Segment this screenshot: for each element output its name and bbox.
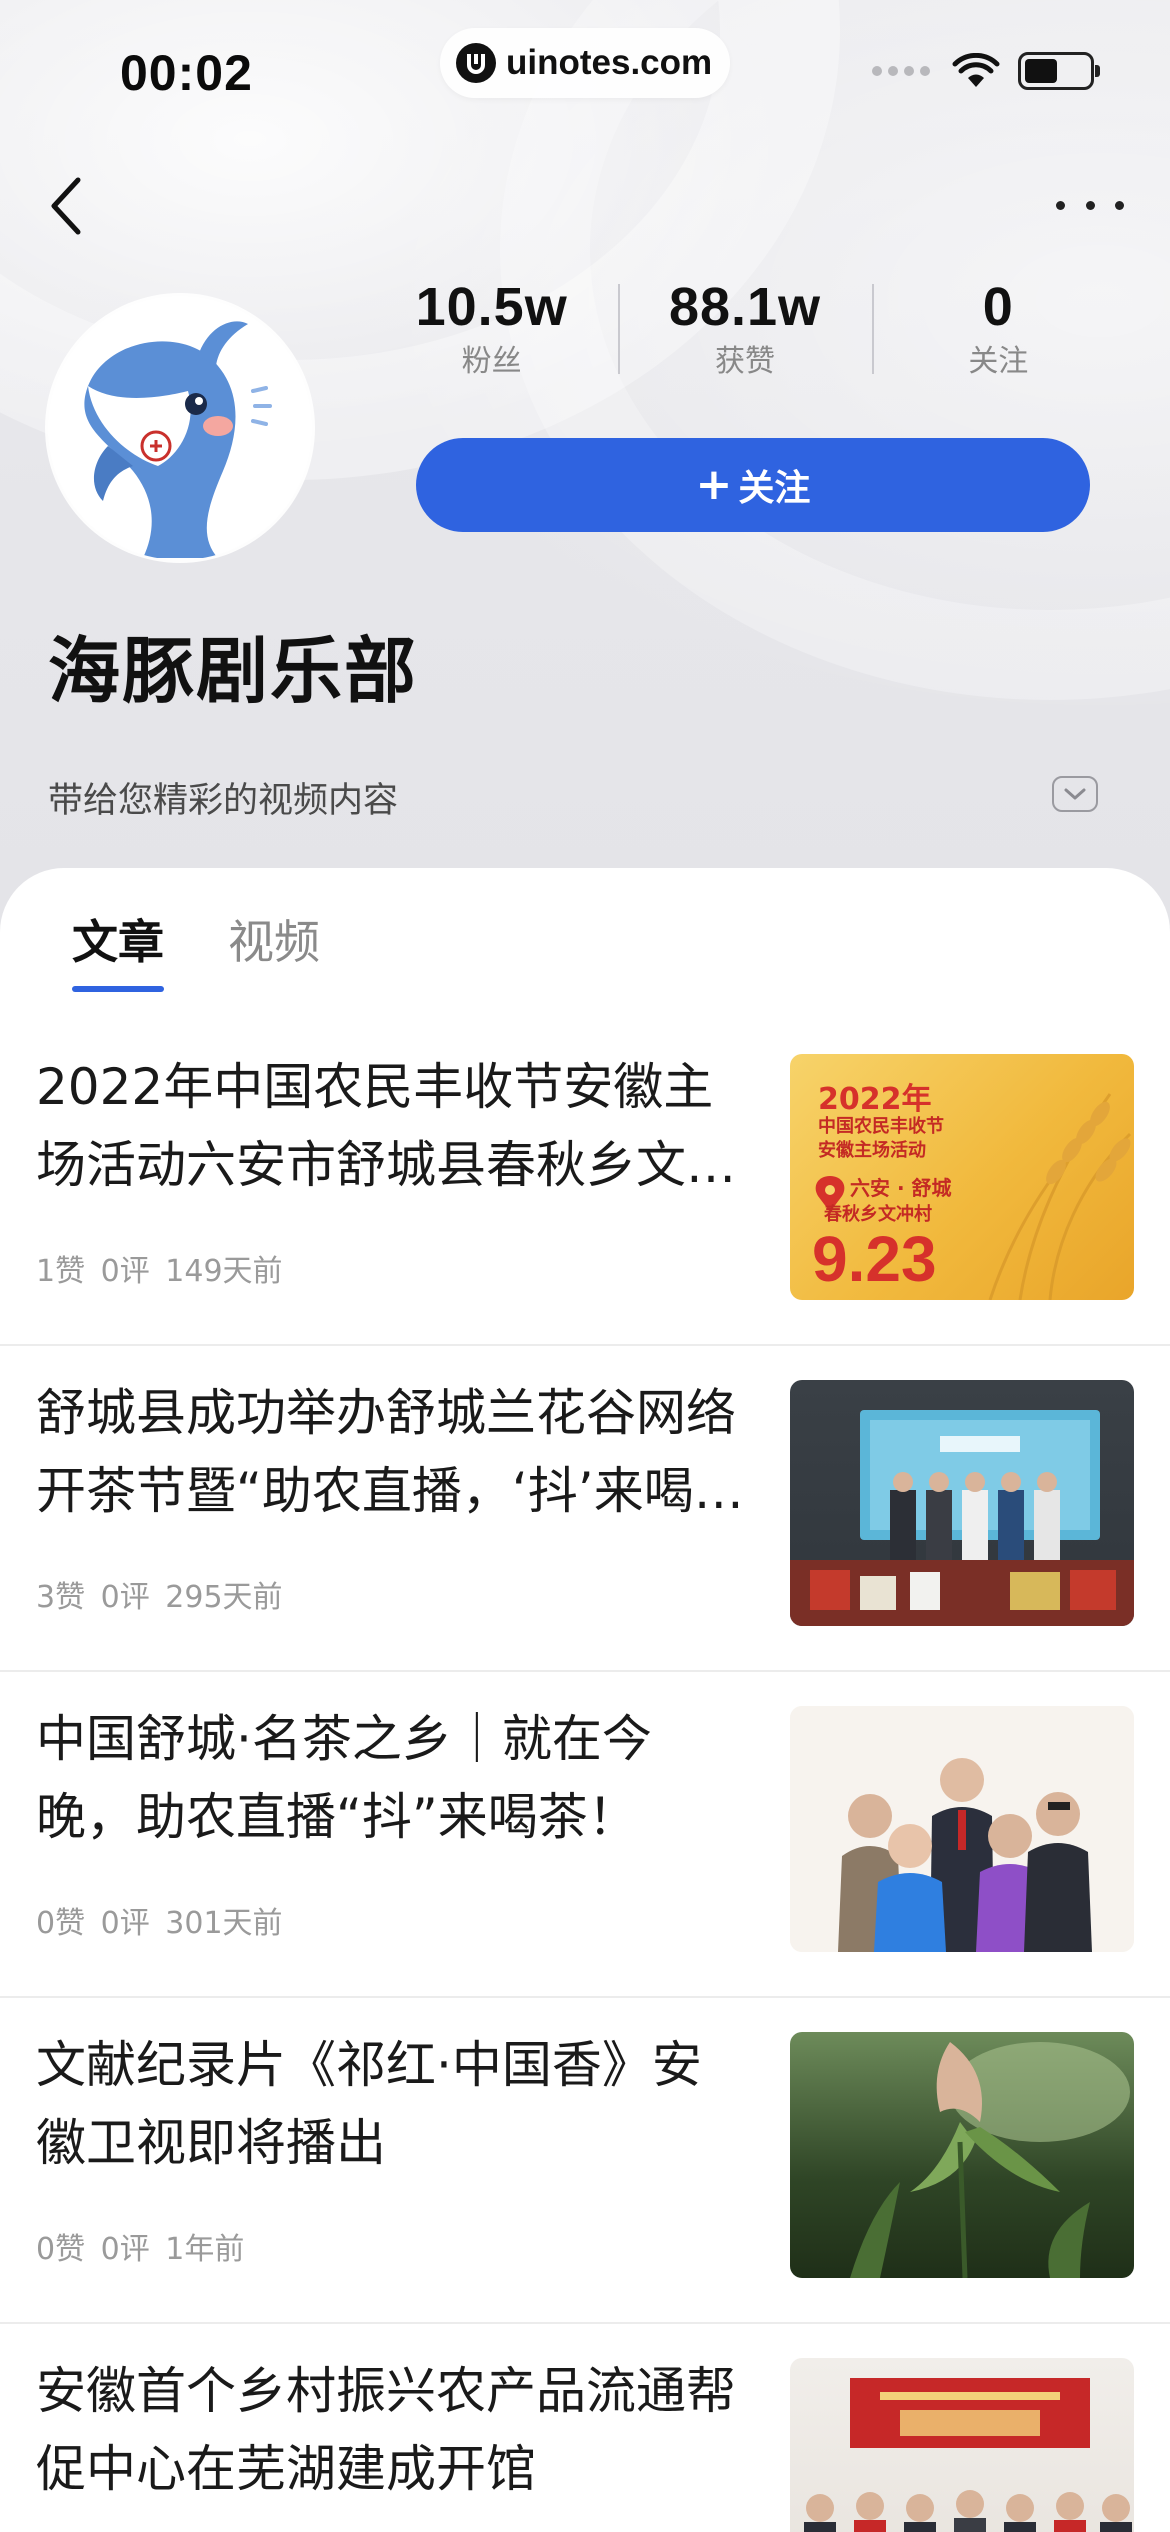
article-meta: 0赞 0评 301天前 bbox=[36, 1898, 289, 1942]
article-time: 295天前 bbox=[165, 1580, 283, 1615]
article-meta: 0赞 0评 1年前 bbox=[36, 2224, 250, 2268]
avatar[interactable] bbox=[48, 296, 312, 560]
expand-description-button[interactable] bbox=[1052, 776, 1098, 812]
article-time: 1年前 bbox=[165, 2232, 245, 2267]
article-title: 文献纪录片《祁红·中国香》安徽卫视即将播出 bbox=[36, 2036, 702, 2172]
article-item[interactable]: 文献纪录片《祁红·中国香》安徽卫视即将播出 0赞 0评 1年前 bbox=[0, 1998, 1170, 2324]
site-pill: uinotes.com bbox=[440, 28, 730, 98]
status-icons bbox=[866, 52, 1100, 90]
stat-label: 关注 bbox=[968, 344, 1029, 379]
article-thumbnail bbox=[790, 1380, 1134, 1626]
site-domain: uinotes.com bbox=[506, 43, 713, 82]
plus-icon: + bbox=[695, 459, 733, 510]
article-item[interactable]: 安徽首个乡村振兴农产品流通帮促中心在芜湖建成开馆 bbox=[0, 2324, 1170, 2532]
article-item[interactable]: 中国舒城·名茶之乡｜就在今晚，助农直播“抖”来喝茶！ 0赞 0评 301天前 bbox=[0, 1672, 1170, 1998]
stat-value: 10.5w bbox=[415, 277, 568, 337]
content-tabs: 文章 视频 bbox=[72, 906, 384, 992]
stat-value: 0 bbox=[982, 277, 1014, 337]
article-likes: 0赞 bbox=[36, 2232, 86, 2267]
stat-label: 获赞 bbox=[714, 344, 775, 379]
article-time: 149天前 bbox=[165, 1254, 283, 1289]
article-title: 舒城县成功举办舒城兰花谷网络开茶节暨“助农直播，‘抖’来喝茶” bbox=[36, 1384, 736, 1520]
profile-stats: 10.5w 粉丝 88.1w 获赞 0 关注 bbox=[365, 272, 1125, 392]
profile-page: 00:02 uinotes.com 10.5w 粉丝 88.1w 获赞 0 关注… bbox=[0, 0, 1170, 2532]
thumb-date: 9.23 bbox=[812, 1223, 937, 1295]
back-button[interactable] bbox=[40, 170, 100, 240]
profile-description: 带给您精彩的视频内容 bbox=[48, 781, 399, 821]
wifi-icon bbox=[952, 53, 1000, 87]
article-comments: 0评 bbox=[100, 1906, 150, 1941]
follow-label: 关注 bbox=[738, 468, 811, 509]
battery-icon bbox=[1018, 52, 1100, 90]
article-meta: 3赞 0评 295天前 bbox=[36, 1572, 289, 1616]
article-meta: 1赞 0评 149天前 bbox=[36, 1246, 289, 1290]
article-likes: 0赞 bbox=[36, 1906, 86, 1941]
article-thumbnail bbox=[790, 1706, 1134, 1952]
article-comments: 0评 bbox=[100, 1254, 150, 1289]
article-item[interactable]: 舒城县成功举办舒城兰花谷网络开茶节暨“助农直播，‘抖’来喝茶” 3赞 0评 29… bbox=[0, 1346, 1170, 1672]
dolphin-mascot-icon bbox=[48, 296, 312, 560]
content-sheet: 文章 视频 2022年中国农民丰收节安徽主场活动六安市舒城县春秋乡文冲村 1赞 … bbox=[0, 868, 1170, 2532]
follow-button[interactable]: + 关注 bbox=[416, 438, 1090, 532]
chevron-left-icon bbox=[51, 177, 81, 235]
article-comments: 0评 bbox=[100, 2232, 150, 2267]
article-likes: 3赞 bbox=[36, 1580, 86, 1615]
uinotes-logo-icon bbox=[456, 43, 496, 83]
stat-value: 88.1w bbox=[668, 277, 822, 337]
tab-articles[interactable]: 文章 bbox=[72, 906, 164, 992]
profile-name: 海豚剧乐部 bbox=[48, 629, 419, 713]
article-thumbnail bbox=[790, 2032, 1134, 2278]
article-item[interactable]: 2022年中国农民丰收节安徽主场活动六安市舒城县春秋乡文冲村 1赞 0评 149… bbox=[0, 1020, 1170, 1346]
stat-followers[interactable]: 10.5w 粉丝 bbox=[365, 272, 618, 392]
stat-label: 粉丝 bbox=[461, 344, 522, 379]
article-likes: 1赞 bbox=[36, 1254, 86, 1289]
article-thumbnail: 2022年 中国农民丰收节 安徽主场活动 六安 · 舒城 春秋乡文冲村 9.23 bbox=[790, 1054, 1134, 1300]
article-thumbnail bbox=[790, 2358, 1134, 2532]
article-title: 安徽首个乡村振兴农产品流通帮促中心在芜湖建成开馆 bbox=[36, 2362, 736, 2498]
thumb-line2: 安徽主场活动 bbox=[818, 1140, 926, 1161]
article-time: 301天前 bbox=[165, 1906, 283, 1941]
tab-videos[interactable]: 视频 bbox=[228, 906, 320, 992]
more-button[interactable] bbox=[1050, 180, 1130, 230]
status-time: 00:02 bbox=[120, 45, 253, 101]
chevron-down-icon bbox=[1064, 788, 1086, 800]
cellular-signal-icon bbox=[866, 66, 930, 76]
stat-likes[interactable]: 88.1w 获赞 bbox=[618, 272, 871, 392]
thumb-line1: 中国农民丰收节 bbox=[818, 1116, 944, 1137]
article-comments: 0评 bbox=[100, 1580, 150, 1615]
article-title: 中国舒城·名茶之乡｜就在今晚，助农直播“抖”来喝茶！ bbox=[36, 1710, 652, 1846]
article-title: 2022年中国农民丰收节安徽主场活动六安市舒城县春秋乡文冲村 bbox=[36, 1058, 736, 1194]
stat-following[interactable]: 0 关注 bbox=[871, 272, 1125, 392]
more-dots-icon bbox=[1056, 200, 1065, 210]
thumb-place: 六安 · 舒城 bbox=[850, 1176, 952, 1200]
